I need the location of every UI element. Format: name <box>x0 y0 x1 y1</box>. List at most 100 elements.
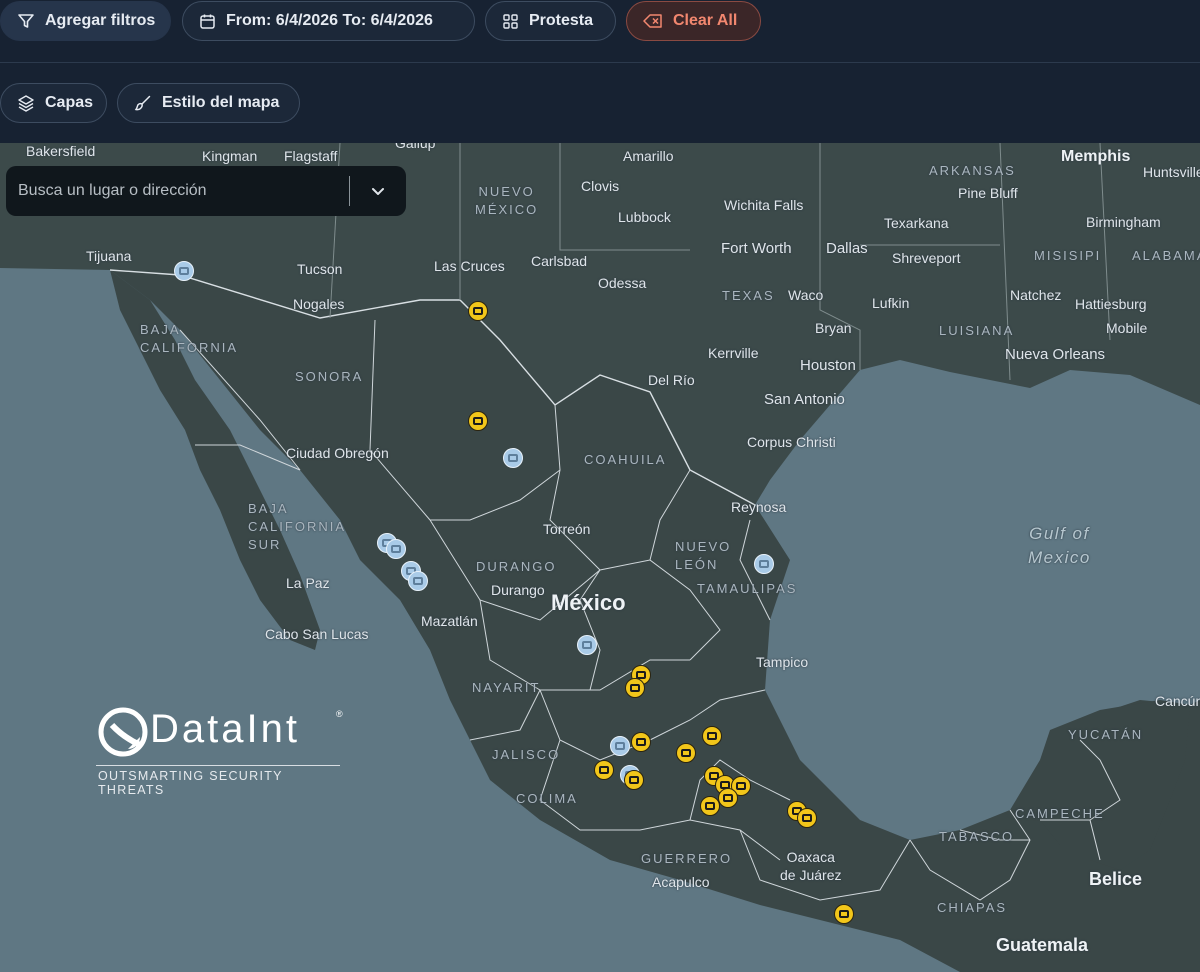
city-label: Natchez <box>1010 287 1062 303</box>
region-label: COLIMA <box>516 791 578 806</box>
city-label: Bryan <box>815 320 852 336</box>
protest-marker[interactable] <box>702 726 722 746</box>
region-label: TAMAULIPAS <box>697 581 798 596</box>
city-label: Lufkin <box>872 295 910 311</box>
brand-tagline: OUTSMARTING SECURITY THREATS <box>98 769 283 797</box>
city-label: Mobile <box>1106 320 1148 336</box>
chevron-down-icon[interactable] <box>360 173 396 209</box>
layers-button[interactable]: Capas <box>0 83 107 123</box>
city-label: Bakersfield <box>26 143 96 159</box>
city-label: Flagstaff <box>284 148 338 164</box>
city-label: Amarillo <box>623 148 674 164</box>
layers-label: Capas <box>45 94 94 111</box>
region-label: LUISIANA <box>939 323 1015 338</box>
filter-icon <box>18 14 34 28</box>
city-label: Dallas <box>826 240 868 257</box>
protest-marker[interactable] <box>625 678 645 698</box>
city-label: Tampico <box>756 654 809 670</box>
city-label: Nueva Orleans <box>1005 346 1106 363</box>
event-marker[interactable] <box>503 448 523 468</box>
region-label: ARKANSAS <box>929 163 1016 178</box>
region-label: DURANGO <box>476 559 557 574</box>
region-label: NUEVO MÉXICO <box>475 184 539 217</box>
event-marker[interactable] <box>610 736 630 756</box>
city-label: Guatemala <box>996 935 1089 955</box>
map-style-button[interactable]: Estilo del mapa <box>117 83 300 123</box>
city-label: Wichita Falls <box>724 197 804 213</box>
map-canvas[interactable]: Bakersfield Kingman Flagstaff Gallup Ama… <box>0 143 1200 972</box>
place-search-box <box>6 166 406 216</box>
region-label: TEXAS <box>722 288 775 303</box>
city-label: Fort Worth <box>721 240 792 257</box>
brand-registered-mark: ® <box>336 709 343 719</box>
region-label: JALISCO <box>492 747 561 762</box>
region-label: COAHUILA <box>584 452 667 467</box>
city-label: Waco <box>788 287 824 303</box>
city-label: Mazatlán <box>421 613 478 629</box>
protest-marker[interactable] <box>718 788 738 808</box>
city-label: Odessa <box>598 275 647 291</box>
event-marker[interactable] <box>577 635 597 655</box>
city-label: La Paz <box>286 575 330 591</box>
category-protest-button[interactable]: Protesta <box>485 1 616 41</box>
city-label: Oaxaca de Juárez <box>780 849 842 883</box>
city-label: Acapulco <box>652 874 710 890</box>
place-search-input[interactable] <box>16 181 339 201</box>
protest-marker[interactable] <box>594 760 614 780</box>
clear-icon <box>643 14 662 28</box>
event-marker[interactable] <box>386 539 406 559</box>
region-label: YUCATÁN <box>1068 727 1144 742</box>
clear-all-label: Clear All <box>673 12 738 29</box>
city-label: Texarkana <box>884 215 949 231</box>
region-label: GUERRERO <box>641 851 733 866</box>
protest-marker[interactable] <box>631 732 651 752</box>
region-label: BAJA CALIFORNIA SUR <box>248 501 347 552</box>
region-label: NUEVO LEÓN <box>675 539 732 572</box>
city-label: Huntsville <box>1143 164 1200 180</box>
region-label: TABASCO <box>939 829 1015 844</box>
protest-marker[interactable] <box>624 770 644 790</box>
calendar-icon <box>200 14 215 29</box>
event-marker[interactable] <box>408 571 428 591</box>
region-label: CHIAPAS <box>937 900 1008 915</box>
city-label: Birmingham <box>1086 214 1161 230</box>
brand-name: DataInt <box>150 707 300 751</box>
date-range-button[interactable]: From: 6/4/2026 To: 6/4/2026 <box>182 1 475 41</box>
date-range-label: From: 6/4/2026 To: 6/4/2026 <box>226 12 433 29</box>
protest-marker[interactable] <box>468 411 488 431</box>
protest-marker[interactable] <box>700 796 720 816</box>
region-label: BAJA CALIFORNIA <box>140 322 239 355</box>
city-label: Reynosa <box>731 499 787 515</box>
dataint-logo: DataInt ® OUTSMARTING SECURITY THREATS <box>96 705 346 797</box>
toolbar-divider <box>0 62 1200 63</box>
add-filters-button[interactable]: Agregar filtros <box>0 1 171 41</box>
country-label: México <box>551 590 626 615</box>
protest-marker[interactable] <box>676 743 696 763</box>
city-label: Lubbock <box>618 209 671 225</box>
city-label: Hattiesburg <box>1075 296 1147 312</box>
grid-icon <box>503 13 518 29</box>
city-label: Houston <box>800 357 856 374</box>
search-separator <box>349 176 350 206</box>
city-label: San Antonio <box>764 391 845 408</box>
city-label: Kingman <box>202 148 258 164</box>
region-label: MISISIPI <box>1034 248 1102 263</box>
city-label: Kerrville <box>708 345 759 361</box>
city-label: Cancún <box>1155 693 1200 709</box>
event-marker[interactable] <box>174 261 194 281</box>
city-label: Tijuana <box>86 248 132 264</box>
region-label: ALABAMA <box>1132 248 1200 263</box>
dataint-logo-icon <box>98 707 148 757</box>
protest-marker[interactable] <box>797 808 817 828</box>
city-label: Tucson <box>297 261 343 277</box>
event-marker[interactable] <box>754 554 774 574</box>
protest-marker[interactable] <box>834 904 854 924</box>
city-label: Memphis <box>1061 148 1131 165</box>
clear-all-button[interactable]: Clear All <box>626 1 761 41</box>
protest-marker[interactable] <box>468 301 488 321</box>
city-label: Del Río <box>648 372 695 388</box>
region-label: SONORA <box>295 369 364 384</box>
city-label: Belice <box>1089 869 1143 889</box>
city-label: Torreón <box>543 521 591 537</box>
city-label: Las Cruces <box>434 258 505 274</box>
